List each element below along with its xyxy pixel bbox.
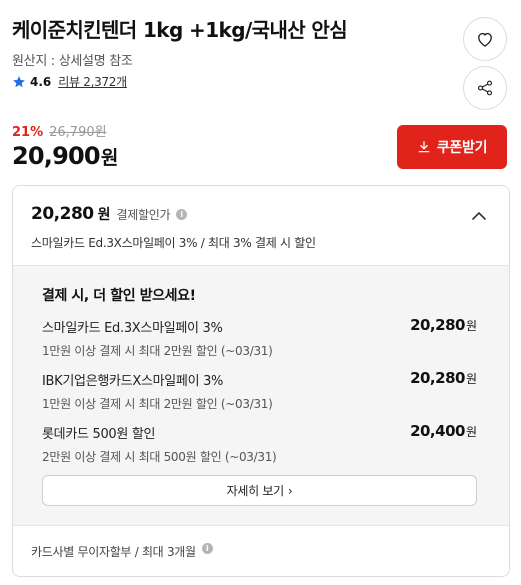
card-offer-price: 20,280 원 — [410, 316, 477, 334]
card-offer-price-unit: 원 — [465, 319, 477, 333]
card-offer-price-unit: 원 — [465, 372, 477, 386]
original-price: 26,790원 — [49, 125, 107, 140]
chevron-up-icon — [471, 211, 487, 221]
promo-heading: 결제 시, 더 할인 받으세요! — [42, 288, 196, 304]
product-title: 케이준치킨텐더 1kg +1kg/국내산 안심 — [12, 18, 348, 42]
share-icon — [477, 80, 493, 96]
rating-value: 4.6 — [30, 74, 52, 89]
panel-header: 20,280 원 결제할인가 i 스마일카드 Ed.3X스마일페이 3% / 최… — [13, 186, 509, 265]
card-offer-price: 20,280 원 — [410, 369, 477, 387]
more-details-label: 자세히 보기 — [226, 484, 285, 498]
card-offer-price-number: 20,400 — [410, 422, 465, 440]
discount-line: 21% 26,790원 — [12, 121, 118, 140]
discount-summary: 스마일카드 Ed.3X스마일페이 3% / 최대 3% 결제 시 할인 — [31, 236, 316, 250]
info-icon[interactable]: i — [201, 543, 213, 554]
panel-body: 결제 시, 더 할인 받으세요! 스마일카드 Ed.3X스마일페이 3% 1만원… — [13, 265, 509, 525]
origin-text: 원산지 : 상세설명 참조 — [12, 54, 133, 69]
sale-price-unit: 원 — [100, 147, 119, 169]
card-offer-price-unit: 원 — [465, 425, 477, 439]
sale-price-number: 20,900 — [12, 142, 101, 170]
card-offer-price-number: 20,280 — [410, 316, 465, 334]
pay-price-label: 결제할인가 — [116, 207, 171, 222]
price-area: 21% 26,790원 20,900 원 — [12, 121, 118, 170]
collapse-button[interactable] — [469, 206, 489, 226]
more-details-button[interactable]: 자세히 보기 › — [42, 475, 477, 506]
card-offer-desc: 1만원 이상 결제 시 최대 2만원 할인 (~03/31) — [42, 397, 273, 411]
pay-price-unit: 원 — [97, 207, 111, 223]
review-count-link[interactable]: 리뷰 2,372개 — [58, 73, 127, 90]
share-button[interactable] — [463, 66, 507, 110]
payment-discount-panel: 20,280 원 결제할인가 i 스마일카드 Ed.3X스마일페이 3% / 최… — [12, 185, 510, 577]
card-offer-item: IBK기업은행카드X스마일페이 3% 1만원 이상 결제 시 최대 2만원 할인… — [42, 369, 477, 423]
chevron-right-icon: › — [287, 483, 293, 498]
card-offer-desc: 2만원 이상 결제 시 최대 500원 할인 (~03/31) — [42, 450, 277, 464]
download-icon — [418, 141, 430, 153]
coupon-button-label: 쿠폰받기 — [436, 140, 488, 156]
coupon-button[interactable]: 쿠폰받기 — [397, 125, 507, 169]
card-offer-price-number: 20,280 — [410, 369, 465, 387]
discount-rate: 21% — [12, 125, 44, 140]
card-offer-item: 롯데카드 500원 할인 2만원 이상 결제 시 최대 500원 할인 (~03… — [42, 422, 477, 476]
installment-text: 카드사별 무이자할부 / 최대 3개월 — [31, 545, 196, 559]
heart-icon — [478, 32, 492, 47]
sale-price: 20,900 원 — [12, 142, 118, 170]
wishlist-button[interactable] — [463, 17, 507, 61]
card-offer-desc: 1만원 이상 결제 시 최대 2만원 할인 (~03/31) — [42, 344, 273, 358]
card-offer-price: 20,400 원 — [410, 422, 477, 440]
rating-row: 4.6 리뷰 2,372개 — [12, 73, 127, 90]
pay-price-number: 20,280 — [31, 204, 94, 224]
info-icon[interactable]: i — [176, 208, 188, 220]
pay-price-line: 20,280 원 결제할인가 i — [31, 204, 509, 224]
installment-note: 카드사별 무이자할부 / 최대 3개월 i — [13, 525, 509, 576]
star-icon — [13, 75, 25, 87]
card-offer-item: 스마일카드 Ed.3X스마일페이 3% 1만원 이상 결제 시 최대 2만원 할… — [42, 316, 477, 370]
